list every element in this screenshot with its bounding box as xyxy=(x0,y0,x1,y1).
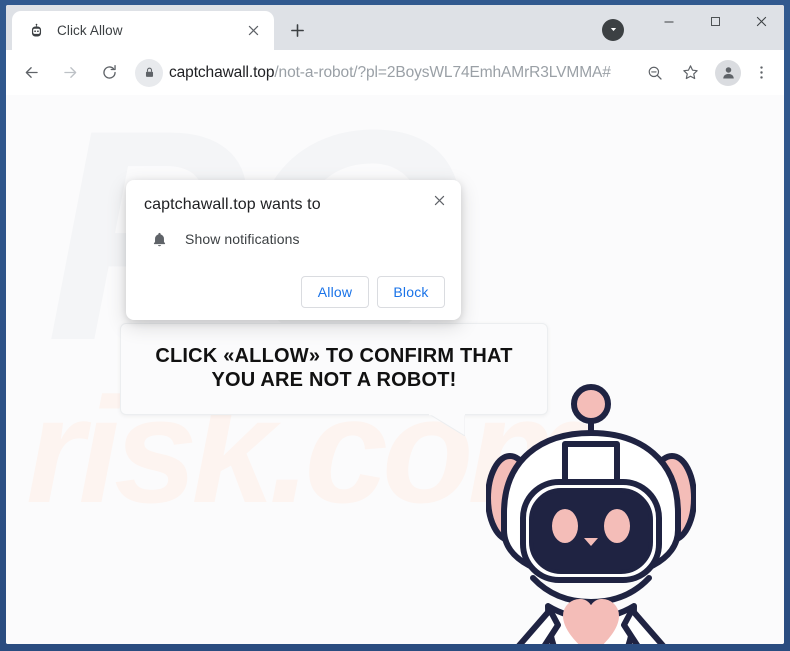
url-host: captchawall.top xyxy=(169,63,275,81)
robot-mascot xyxy=(486,384,696,644)
minimize-button[interactable] xyxy=(646,5,692,38)
new-tab-button[interactable] xyxy=(280,13,314,47)
site-lock-icon[interactable] xyxy=(135,58,163,87)
url-text: captchawall.top/not-a-robot/?pl=2BoysWL7… xyxy=(169,64,611,82)
block-button[interactable]: Block xyxy=(377,276,445,308)
speech-bubble: CLICK «ALLOW» TO CONFIRM THAT YOU ARE NO… xyxy=(120,323,548,415)
browser-toolbar: captchawall.top/not-a-robot/?pl=2BoysWL7… xyxy=(6,50,784,95)
dialog-title: captchawall.top wants to xyxy=(144,196,321,213)
robot-favicon xyxy=(28,22,45,39)
back-button[interactable] xyxy=(16,58,46,88)
close-icon[interactable] xyxy=(242,20,264,42)
profile-avatar[interactable] xyxy=(715,59,741,86)
notification-permission-dialog: captchawall.top wants to Show notificati… xyxy=(126,180,461,320)
reload-button[interactable] xyxy=(94,58,124,88)
speech-bubble-tail xyxy=(429,414,465,436)
url-path: /not-a-robot/?pl=2BoysWL74EmhAMrR3LVMMA# xyxy=(274,63,611,81)
dialog-actions: Allow Block xyxy=(144,276,445,308)
download-indicator[interactable] xyxy=(602,18,624,41)
browser-tab[interactable]: Click Allow xyxy=(12,11,274,50)
bell-icon xyxy=(148,228,170,250)
chrome-menu-icon[interactable] xyxy=(746,58,776,88)
address-bar[interactable]: captchawall.top/not-a-robot/?pl=2BoysWL7… xyxy=(135,57,635,88)
allow-button[interactable]: Allow xyxy=(301,276,369,308)
browser-window: Click Allow captchawall.top/not-a-robot/… xyxy=(6,5,784,644)
tab-strip: Click Allow xyxy=(6,5,784,50)
page-content: PC risk.com CLICK «ALLOW» TO CONFIRM THA… xyxy=(6,95,784,644)
zoom-out-icon[interactable] xyxy=(640,58,670,88)
maximize-button[interactable] xyxy=(692,5,738,38)
close-window-button[interactable] xyxy=(738,5,784,38)
permission-row: Show notifications xyxy=(144,228,445,250)
speech-bubble-text: CLICK «ALLOW» TO CONFIRM THAT YOU ARE NO… xyxy=(155,345,513,391)
browser-window-frame: Click Allow captchawall.top/not-a-robot/… xyxy=(0,0,790,651)
window-controls xyxy=(602,5,784,41)
forward-button[interactable] xyxy=(55,58,85,88)
permission-label: Show notifications xyxy=(185,231,300,247)
bookmark-star-icon[interactable] xyxy=(675,58,705,88)
tab-title: Click Allow xyxy=(57,23,123,38)
close-icon[interactable] xyxy=(427,188,451,212)
